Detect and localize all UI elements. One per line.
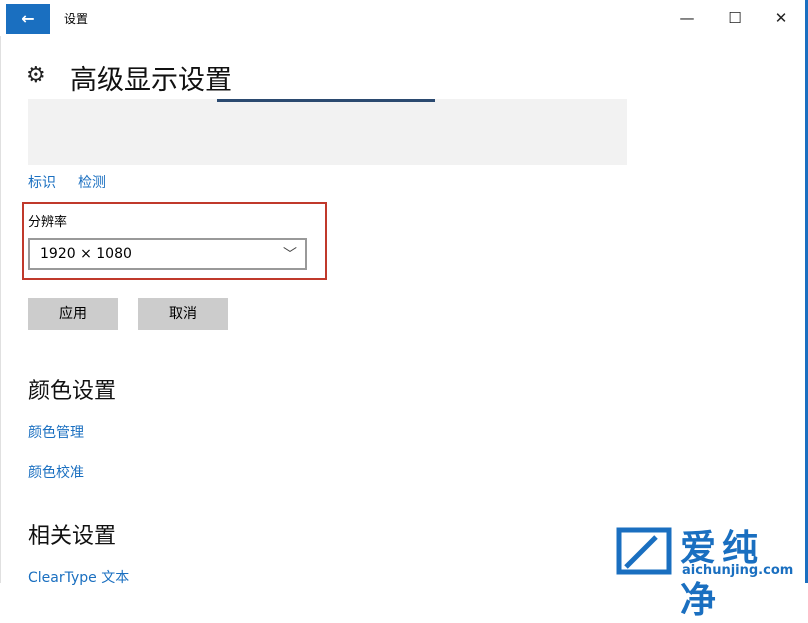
watermark-url: aichunjing.com [682, 563, 794, 578]
color-management-link[interactable]: 颜色管理 [28, 422, 84, 442]
watermark: 爱纯净 aichunjing.com [610, 523, 805, 621]
gear-icon: ⚙ [26, 63, 46, 88]
display-preview[interactable] [28, 99, 627, 165]
watermark-logo-icon [616, 527, 672, 575]
related-settings-heading: 相关设置 [28, 524, 117, 549]
minimize-button[interactable]: — [664, 4, 710, 32]
cancel-button[interactable]: 取消 [138, 298, 228, 330]
resolution-dropdown[interactable]: 1920 × 1080 ﹀ [28, 238, 307, 270]
window-title: 设置 [64, 12, 89, 26]
resolution-value: 1920 × 1080 [40, 246, 132, 262]
chevron-down-icon: ﹀ [283, 247, 297, 263]
back-button[interactable]: ← [6, 4, 50, 34]
resolution-label: 分辨率 [28, 215, 68, 230]
page-title: 高级显示设置 [70, 65, 232, 96]
color-calibration-link[interactable]: 颜色校准 [28, 462, 84, 482]
color-settings-heading: 颜色设置 [28, 379, 117, 404]
title-bar: ← 设置 — ☐ ✕ [0, 0, 808, 36]
apply-button[interactable]: 应用 [28, 298, 118, 330]
monitor-preview-bar [217, 99, 435, 102]
maximize-button[interactable]: ☐ [712, 4, 758, 32]
identify-link[interactable]: 标识 [28, 172, 56, 192]
detect-link[interactable]: 检测 [78, 172, 106, 192]
cleartype-link[interactable]: ClearType 文本 [28, 567, 129, 587]
close-button[interactable]: ✕ [758, 4, 804, 32]
window-border-left [0, 36, 1, 583]
